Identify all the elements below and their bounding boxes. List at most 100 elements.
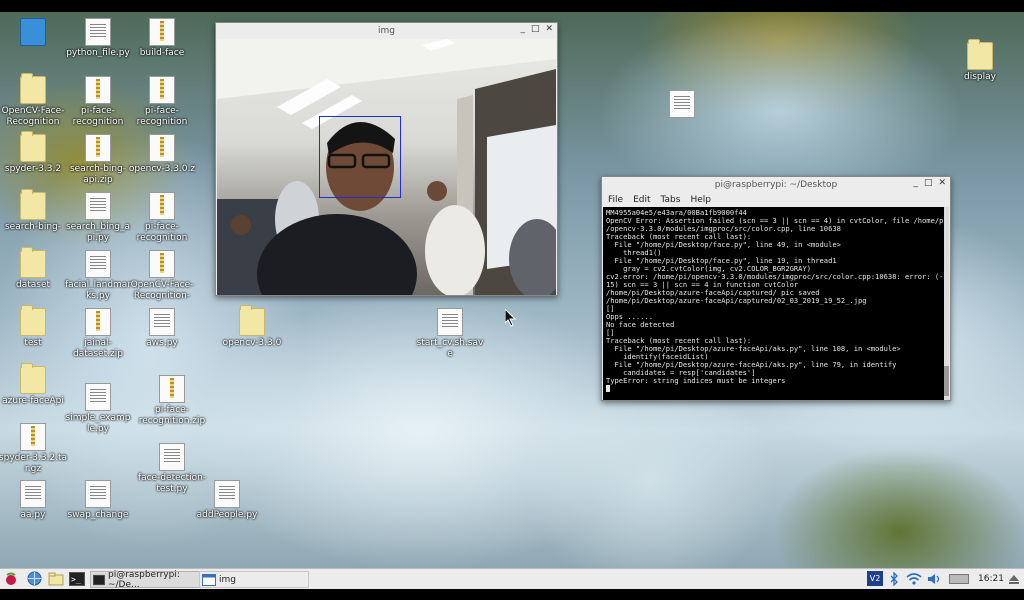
desktop-icon-label: start_cv.sh.sav e [416, 338, 484, 359]
desktop-icon-label: pi-face- recognition [136, 106, 188, 127]
desktop-icon[interactable]: display [940, 39, 1020, 83]
folder-icon [48, 572, 64, 585]
terminal-scrollbar[interactable] [944, 207, 949, 400]
text-file-icon [214, 480, 240, 508]
desktop-icon[interactable]: swap_change [58, 480, 138, 521]
img-window[interactable]: img _ □ ✕ [215, 22, 558, 296]
folder-icon [239, 305, 265, 336]
text-file-icon [85, 480, 111, 508]
desktop-icon-label: spyder-3.3.2.ta r.gz [0, 453, 68, 474]
task-img[interactable]: img [199, 571, 309, 588]
screen-top-border [0, 0, 1024, 12]
desktop-icon[interactable]: opencv-3.3.0 [212, 305, 292, 349]
terminal-title: pi@raspberrypi: ~/Desktop [714, 180, 838, 190]
camera-frame [217, 39, 556, 295]
zip-file-icon [149, 250, 175, 278]
folder-icon [20, 363, 46, 394]
zip-file-icon [149, 18, 175, 46]
volume-icon[interactable] [927, 571, 943, 586]
terminal-menubar: File Edit Tabs Help [602, 193, 950, 207]
terminal-launcher[interactable]: >_ [69, 571, 85, 586]
raspberry-menu-button[interactable] [4, 571, 18, 586]
text-file-icon [149, 308, 175, 336]
wifi-icon[interactable] [906, 571, 922, 586]
folder-icon [967, 39, 993, 70]
desktop-icon-label: pi-face- recognition [136, 222, 188, 243]
svg-text:>_: >_ [71, 575, 81, 584]
terminal-line: TypeError: string indices must be intege… [606, 376, 786, 385]
terminal-line: /home/pi/Desktop/azure-faceApi/captured/… [606, 296, 867, 305]
desktop-icon[interactable]: spyder-3.3.2.ta r.gz [0, 423, 73, 475]
desktop-icon[interactable]: opencv-3.3.0.z [122, 134, 202, 175]
mouse-cursor-icon [505, 309, 517, 327]
terminal-icon: >_ [69, 571, 85, 586]
close-button[interactable]: ✕ [545, 24, 553, 34]
vnc-label: V2 [869, 574, 881, 583]
zip-file-icon [85, 308, 111, 336]
img-window-titlebar[interactable]: img _ □ ✕ [216, 23, 557, 39]
terminal-cursor [606, 385, 610, 392]
text-file-icon [20, 480, 46, 508]
window-icon [202, 573, 216, 586]
desktop-icon-label: opencv-3.3.0 [222, 338, 282, 348]
maximize-button[interactable]: □ [531, 24, 540, 34]
zip-file-icon [20, 423, 46, 451]
desktop-icon[interactable]: OpenCV-Face- Recognition- [122, 250, 202, 302]
desktop-icon-label: OpenCV-Face- Recognition- [130, 280, 194, 301]
desktop-icon-label: swap_change [67, 510, 129, 520]
menu-edit[interactable]: Edit [633, 195, 650, 205]
file-manager-launcher[interactable] [48, 571, 64, 586]
clock-time: 16:21 [978, 573, 1004, 584]
text-file-icon [437, 308, 463, 336]
terminal-line: No face detected [606, 320, 675, 329]
terminal-window[interactable]: pi@raspberrypi: ~/Desktop _ □ ✕ File Edi… [601, 176, 951, 401]
zip-file-icon [85, 76, 111, 104]
vnc-icon[interactable]: V2 [867, 571, 883, 586]
face-detection-box [319, 116, 401, 198]
desktop-icon-label: opencv-3.3.0.z [128, 164, 196, 174]
task-terminal[interactable]: pi@raspberrypi: ~/De... [90, 570, 200, 590]
desktop-icon[interactable]: addPeople.py [187, 480, 267, 521]
text-file-icon [669, 90, 695, 118]
raspberry-icon [6, 572, 16, 585]
terminal-line [606, 385, 945, 394]
terminal-titlebar[interactable]: pi@raspberrypi: ~/Desktop _ □ ✕ [602, 177, 950, 193]
desktop-icon[interactable]: start_cv.sh.sav e [410, 308, 490, 360]
desktop-icon[interactable]: pi-face- recognition [122, 76, 202, 128]
close-button[interactable]: ✕ [938, 178, 946, 188]
folder-icon [20, 305, 46, 336]
maximize-button[interactable]: □ [924, 178, 933, 188]
minimize-button[interactable]: _ [913, 178, 918, 188]
minimize-button[interactable]: _ [520, 24, 525, 34]
zip-file-icon [85, 134, 111, 162]
text-file-icon [159, 443, 185, 471]
terminal-icon [93, 574, 105, 585]
desktop-icon[interactable]: pi-face- recognition.zip [132, 375, 212, 427]
desktop-icon[interactable]: aws.py [122, 308, 202, 349]
clock[interactable]: 16:21 [978, 571, 1004, 586]
folder-icon [20, 189, 46, 220]
desktop-icon-label: build-face [139, 48, 185, 58]
keyboard-layout-icon[interactable] [948, 571, 970, 586]
desktop-icon[interactable]: pi-face- recognition [122, 192, 202, 244]
zip-file-icon [149, 134, 175, 162]
trash-icon [20, 18, 46, 46]
menu-file[interactable]: File [608, 195, 623, 205]
scrollbar-thumb[interactable] [944, 366, 949, 396]
desktop-icon[interactable] [642, 90, 722, 120]
menu-tabs[interactable]: Tabs [661, 195, 681, 205]
desktop-icon[interactable]: build-face [122, 18, 202, 59]
text-file-icon [85, 250, 111, 278]
zip-file-icon [159, 375, 185, 403]
eject-icon[interactable] [1008, 571, 1020, 586]
taskbar: >_ pi@raspberrypi: ~/De... img V2 16:21 [0, 568, 1024, 590]
text-file-icon [85, 192, 111, 220]
img-window-title: img [378, 26, 395, 36]
terminal-output[interactable]: MM4955a04e5/e43ara/00Ba1fb9000f44 OpenCV … [603, 207, 945, 400]
globe-icon [27, 571, 42, 586]
desktop-icon-label: pi-face- recognition.zip [138, 405, 206, 426]
bluetooth-icon[interactable] [889, 571, 899, 586]
browser-launcher[interactable] [27, 571, 42, 586]
screen-bottom-border [0, 588, 1024, 600]
menu-help[interactable]: Help [690, 195, 711, 205]
